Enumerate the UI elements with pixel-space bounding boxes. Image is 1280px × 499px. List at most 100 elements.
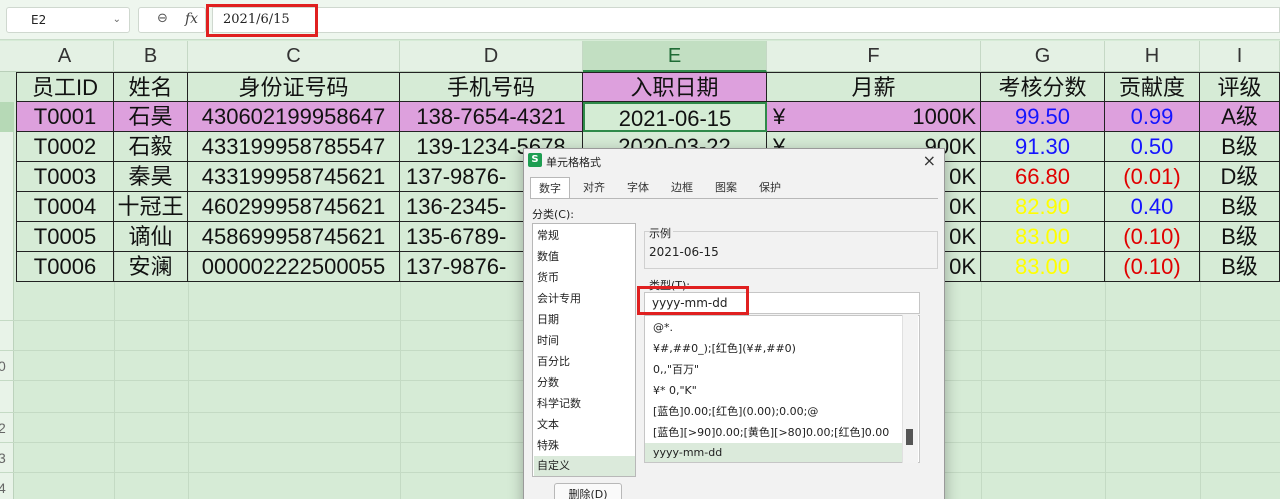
cell-contrib[interactable]: (0.10) bbox=[1105, 252, 1200, 282]
cell-idcard[interactable]: 000002222500055 bbox=[188, 252, 400, 282]
column-header-e[interactable]: E bbox=[583, 41, 767, 72]
cell-score[interactable]: 82.90 bbox=[981, 192, 1105, 222]
list-item[interactable]: 0,,"百万" bbox=[653, 360, 909, 380]
cell-score[interactable]: 83.00 bbox=[981, 222, 1105, 252]
cell-name[interactable]: 秦昊 bbox=[114, 162, 188, 192]
tab-border[interactable]: 边框 bbox=[662, 177, 702, 199]
cell-salary[interactable]: ¥ 1000K bbox=[767, 102, 981, 132]
row-number[interactable]: 3 bbox=[0, 450, 6, 466]
cell-name[interactable]: 谪仙 bbox=[114, 222, 188, 252]
column-header-c[interactable]: C bbox=[188, 41, 400, 72]
zoom-icon[interactable]: ⊖ bbox=[157, 11, 168, 26]
delete-button[interactable]: 删除(D) bbox=[554, 483, 622, 499]
header-cell[interactable]: 评级 bbox=[1200, 72, 1280, 102]
scrollbar-thumb[interactable] bbox=[906, 429, 913, 445]
list-item[interactable]: 常规 bbox=[537, 226, 633, 246]
list-item[interactable]: @*. bbox=[653, 318, 909, 338]
cell-idcard[interactable]: 433199958745621 bbox=[188, 162, 400, 192]
row-number[interactable]: 4 bbox=[0, 480, 6, 496]
category-list[interactable]: 常规 数值 货币 会计专用 日期 时间 百分比 分数 科学记数 文本 特殊 自定… bbox=[532, 223, 636, 477]
tab-pattern[interactable]: 图案 bbox=[706, 177, 746, 199]
tab-number[interactable]: 数字 bbox=[530, 177, 570, 199]
list-item-selected[interactable]: yyyy-mm-dd bbox=[645, 443, 907, 462]
cell-grade[interactable]: D级 bbox=[1200, 162, 1280, 192]
cell-score[interactable]: 83.00 bbox=[981, 252, 1105, 282]
cell-contrib[interactable]: 0.40 bbox=[1105, 192, 1200, 222]
header-cell[interactable]: 员工ID bbox=[16, 72, 114, 102]
column-header-i[interactable]: I bbox=[1200, 41, 1280, 72]
column-header-a[interactable]: A bbox=[16, 41, 114, 72]
header-cell[interactable]: 贡献度 bbox=[1105, 72, 1200, 102]
fx-icon[interactable]: fx bbox=[185, 11, 198, 27]
cell-name[interactable]: 安澜 bbox=[114, 252, 188, 282]
cell-id[interactable]: T0005 bbox=[16, 222, 114, 252]
column-header-d[interactable]: D bbox=[400, 41, 583, 72]
cell-idcard[interactable]: 458699958745621 bbox=[188, 222, 400, 252]
row-number[interactable]: 0 bbox=[0, 358, 6, 374]
header-cell[interactable]: 入职日期 bbox=[583, 72, 767, 102]
list-item[interactable]: 日期 bbox=[537, 310, 633, 330]
cell-idcard[interactable]: 433199958785547 bbox=[188, 132, 400, 162]
formula-input[interactable]: 2021/6/15 bbox=[212, 7, 1280, 33]
cell-contrib[interactable]: (0.10) bbox=[1105, 222, 1200, 252]
list-item[interactable]: 货币 bbox=[537, 268, 633, 288]
column-header-g[interactable]: G bbox=[981, 41, 1105, 72]
cell-idcard[interactable]: 460299958745621 bbox=[188, 192, 400, 222]
cell-id[interactable]: T0003 bbox=[16, 162, 114, 192]
cell-grade[interactable]: B级 bbox=[1200, 192, 1280, 222]
list-item[interactable]: 文本 bbox=[537, 415, 633, 435]
cell-score[interactable]: 91.30 bbox=[981, 132, 1105, 162]
cell-id[interactable]: T0006 bbox=[16, 252, 114, 282]
annotation-box-type bbox=[637, 286, 749, 315]
tab-alignment[interactable]: 对齐 bbox=[574, 177, 614, 199]
header-cell[interactable]: 身份证号码 bbox=[188, 72, 400, 102]
cell-grade[interactable]: B级 bbox=[1200, 252, 1280, 282]
list-item[interactable]: ¥* 0,"K" bbox=[653, 381, 909, 401]
list-item[interactable]: 百分比 bbox=[537, 352, 633, 372]
list-item-selected[interactable]: 自定义 bbox=[534, 456, 635, 476]
formula-tools: ⊖ fx bbox=[138, 7, 206, 33]
cell-score[interactable]: 66.80 bbox=[981, 162, 1105, 192]
header-cell[interactable]: 考核分数 bbox=[981, 72, 1105, 102]
list-item[interactable]: 分数 bbox=[537, 373, 633, 393]
list-item[interactable]: 科学记数 bbox=[537, 394, 633, 414]
cell-grade[interactable]: A级 bbox=[1200, 102, 1280, 132]
cell-grade[interactable]: B级 bbox=[1200, 222, 1280, 252]
cell-date-selected[interactable]: 2021-06-15 bbox=[583, 102, 767, 132]
header-cell[interactable]: 月薪 bbox=[767, 72, 981, 102]
cell-grade[interactable]: B级 bbox=[1200, 132, 1280, 162]
cell-contrib[interactable]: 0.99 bbox=[1105, 102, 1200, 132]
cell-contrib[interactable]: (0.01) bbox=[1105, 162, 1200, 192]
cell-idcard[interactable]: 430602199958647 bbox=[188, 102, 400, 132]
cell-id[interactable]: T0001 bbox=[16, 102, 114, 132]
header-cell[interactable]: 姓名 bbox=[114, 72, 188, 102]
name-box[interactable]: E2 ⌄ bbox=[6, 7, 130, 33]
format-code-list[interactable]: @*. ¥#,##0_);[红色](¥#,##0) 0,,"百万" ¥* 0,"… bbox=[644, 315, 920, 463]
row-number[interactable]: 2 bbox=[0, 420, 6, 436]
cell-id[interactable]: T0002 bbox=[16, 132, 114, 162]
cell-phone[interactable]: 138-7654-4321 bbox=[400, 102, 583, 132]
chevron-down-icon[interactable]: ⌄ bbox=[113, 8, 121, 32]
cell-name[interactable]: 石昊 bbox=[114, 102, 188, 132]
sample-label: 示例 bbox=[649, 225, 673, 241]
list-item[interactable]: [蓝色][>90]0.00;[黄色][>80]0.00;[红色]0.00 bbox=[653, 423, 909, 443]
cell-score[interactable]: 99.50 bbox=[981, 102, 1105, 132]
header-cell[interactable]: 手机号码 bbox=[400, 72, 583, 102]
dialog-titlebar[interactable]: S 单元格格式 × bbox=[524, 149, 944, 173]
column-header-h[interactable]: H bbox=[1105, 41, 1200, 72]
list-item[interactable]: [蓝色]0.00;[红色](0.00);0.00;@ bbox=[653, 402, 909, 422]
cell-contrib[interactable]: 0.50 bbox=[1105, 132, 1200, 162]
tab-font[interactable]: 字体 bbox=[618, 177, 658, 199]
list-item[interactable]: 会计专用 bbox=[537, 289, 633, 309]
cell-name[interactable]: 石毅 bbox=[114, 132, 188, 162]
cell-id[interactable]: T0004 bbox=[16, 192, 114, 222]
list-item[interactable]: 数值 bbox=[537, 247, 633, 267]
column-header-b[interactable]: B bbox=[114, 41, 188, 72]
list-item[interactable]: ¥#,##0_);[红色](¥#,##0) bbox=[653, 339, 909, 359]
tab-protection[interactable]: 保护 bbox=[750, 177, 790, 199]
cell-name[interactable]: 十冠王 bbox=[114, 192, 188, 222]
list-item[interactable]: 时间 bbox=[537, 331, 633, 351]
close-icon[interactable]: × bbox=[923, 151, 936, 170]
column-header-f[interactable]: F bbox=[767, 41, 981, 72]
list-item[interactable]: 特殊 bbox=[537, 436, 633, 456]
